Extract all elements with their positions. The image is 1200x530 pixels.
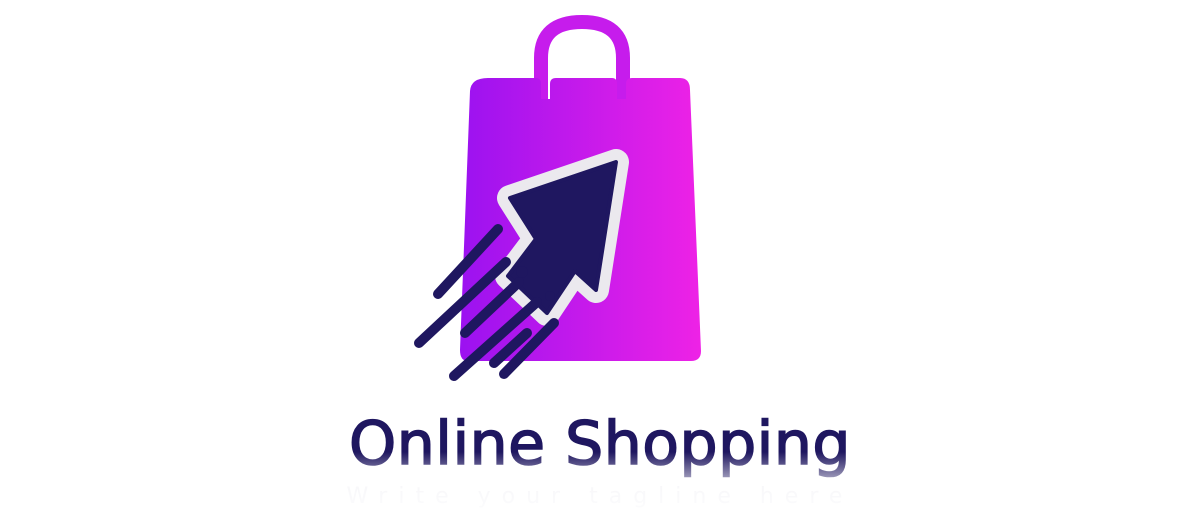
- brand-name: Online Shopping: [348, 408, 851, 480]
- tagline: Write your tagline here: [346, 484, 854, 509]
